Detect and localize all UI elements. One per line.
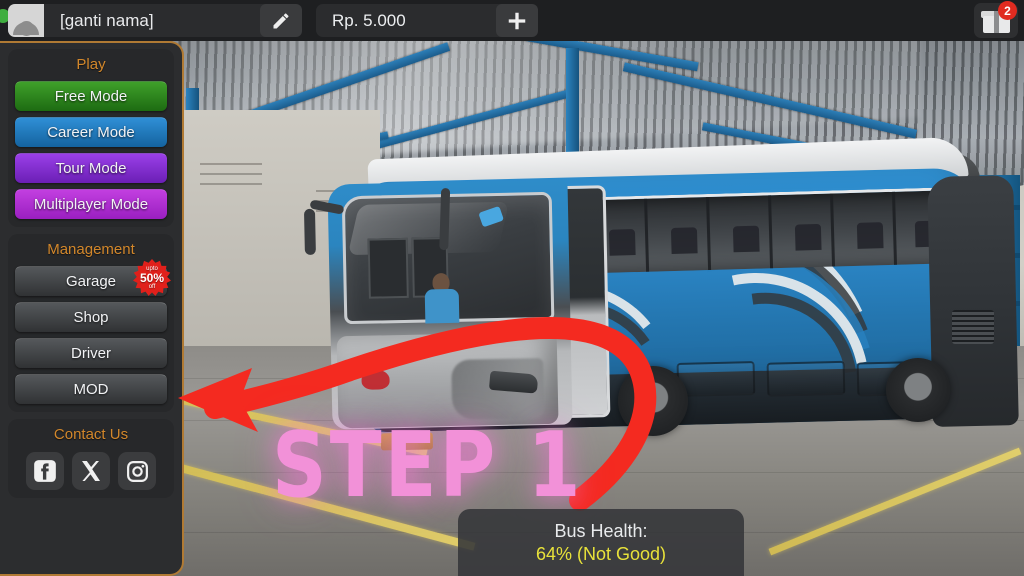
shop-button[interactable]: Shop <box>15 302 167 332</box>
top-bar: [ganti nama] Rp. 5.000 2 <box>0 0 1024 41</box>
x-twitter-icon <box>82 461 100 481</box>
license-plate <box>380 432 434 451</box>
play-panel: Play Free Mode Career Mode Tour Mode Mul… <box>8 49 174 227</box>
tour-mode-label: Tour Mode <box>55 160 127 177</box>
edit-name-button[interactable] <box>260 4 302 37</box>
pencil-icon <box>273 13 289 28</box>
bus-health-value: 64% (Not Good) <box>535 543 667 564</box>
instagram-icon <box>126 460 148 482</box>
social-links <box>15 451 167 490</box>
plus-icon <box>508 12 526 29</box>
facebook-button[interactable] <box>26 452 64 490</box>
mod-label: MOD <box>73 381 109 398</box>
add-money-button[interactable] <box>496 4 538 37</box>
career-mode-button[interactable]: Career Mode <box>15 117 167 147</box>
player-name-pill[interactable]: [ganti nama] <box>8 4 298 37</box>
instagram-button[interactable] <box>118 452 156 490</box>
free-mode-label: Free Mode <box>54 88 128 105</box>
avatar[interactable] <box>8 4 44 37</box>
bus-health-title: Bus Health: <box>554 520 648 541</box>
bus-wheel <box>618 366 688 436</box>
management-section-title: Management <box>47 241 135 258</box>
garage-label: Garage <box>65 273 117 290</box>
multiplayer-mode-button[interactable]: Multiplayer Mode <box>15 189 167 219</box>
wall-vent-line <box>200 183 262 185</box>
sale-badge: upto 50% off <box>133 259 171 296</box>
bus-vehicle <box>303 120 1019 576</box>
game-screen: [ganti nama] Rp. 5.000 2 Play Free Mode … <box>0 0 1024 576</box>
contact-panel: Contact Us <box>8 419 174 498</box>
mod-button[interactable]: MOD <box>15 374 167 404</box>
bus-health-panel: Bus Health: 64% (Not Good) <box>458 509 744 576</box>
wall-vent-line <box>200 173 262 175</box>
contact-section-title: Contact Us <box>53 426 129 443</box>
management-panel: Management Garage upto 50% off Shop Driv… <box>8 234 174 412</box>
facebook-icon <box>34 460 56 482</box>
main-menu-sidebar: Play Free Mode Career Mode Tour Mode Mul… <box>0 41 184 576</box>
shop-label: Shop <box>73 309 109 326</box>
multiplayer-mode-label: Multiplayer Mode <box>33 196 149 213</box>
sale-off-label: off <box>148 284 156 290</box>
career-mode-label: Career Mode <box>47 124 135 141</box>
x-twitter-button[interactable] <box>72 452 110 490</box>
driver-button[interactable]: Driver <box>15 338 167 368</box>
money-amount: Rp. 5.000 <box>332 10 406 30</box>
sale-amount-label: 50% <box>139 271 165 285</box>
gift-badge-count: 2 <box>998 1 1017 20</box>
driver-label: Driver <box>71 345 111 362</box>
garage-button[interactable]: Garage upto 50% off <box>15 259 171 296</box>
play-section-title: Play <box>76 56 106 73</box>
wall-vent-line <box>200 163 262 165</box>
player-name: [ganti nama] <box>60 10 154 30</box>
free-mode-button[interactable]: Free Mode <box>15 81 167 111</box>
tour-mode-button[interactable]: Tour Mode <box>15 153 167 183</box>
gift-button[interactable]: 2 <box>974 1 1018 38</box>
bus-wheel <box>886 358 950 422</box>
